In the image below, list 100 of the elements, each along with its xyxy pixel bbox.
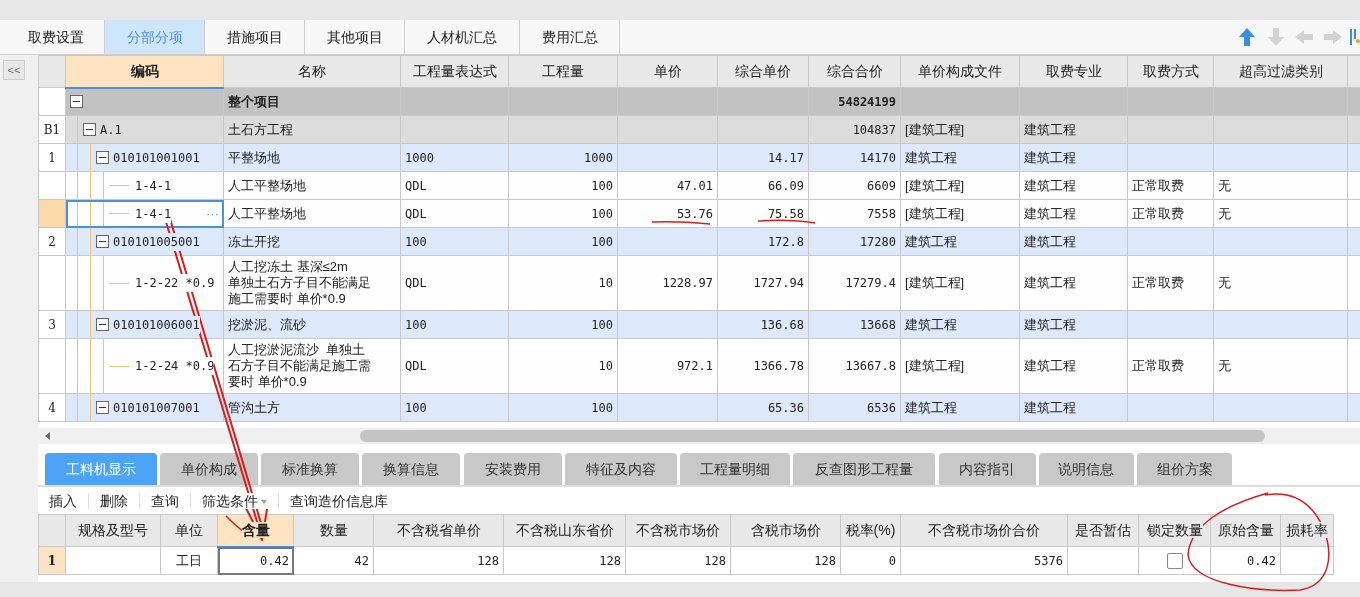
table-cell: QDL — [400, 338, 509, 394]
table-cell: 100 — [508, 310, 618, 339]
column-header[interactable]: 不含税山东省价 — [503, 514, 626, 547]
table-cell: 建筑工程 — [1019, 199, 1128, 228]
column-header[interactable]: 综合单价 — [717, 55, 809, 88]
scroll-left-icon[interactable] — [44, 431, 52, 441]
table-cell: 正常取费 — [1127, 255, 1214, 311]
checkbox[interactable] — [1166, 553, 1183, 570]
tab[interactable]: 工程量明细 — [680, 453, 790, 485]
table-cell: 5376 — [900, 546, 1068, 575]
expand-toggle[interactable] — [96, 151, 109, 164]
table-cell: 建筑工程 — [900, 143, 1020, 172]
expand-toggle[interactable] — [70, 95, 83, 109]
code-text: 1-2-22 *0.9 — [135, 274, 215, 292]
underline-mark — [756, 217, 818, 226]
table-cell: 6536 — [808, 393, 901, 422]
table-cell: 正常取费 — [1127, 171, 1214, 200]
tab[interactable]: 反查图形工程量 — [793, 453, 936, 485]
column-header[interactable]: 不含税省单价 — [373, 514, 504, 547]
column-header[interactable]: 税率(%) — [840, 514, 901, 547]
table-cell: 1727.94 — [717, 255, 809, 311]
table-cell: 128 — [503, 546, 626, 575]
column-header[interactable]: 取费专业 — [1019, 55, 1128, 88]
table-cell: 建筑工程 — [1019, 393, 1128, 422]
code-text: 1-2-24 *0.9 — [135, 357, 215, 375]
column-header[interactable]: 数量 — [293, 514, 374, 547]
column-header[interactable]: 损耗率 — [1280, 514, 1334, 547]
table-cell: 0 — [840, 546, 901, 575]
column-header[interactable]: 含税市场价 — [730, 514, 841, 547]
table-cell: 17279.4 — [808, 255, 901, 311]
scrollbar-thumb[interactable] — [360, 430, 1265, 442]
column-settings-icon[interactable] — [1350, 26, 1360, 48]
tab[interactable]: 组价方案 — [1137, 453, 1232, 485]
tab[interactable]: 说明信息 — [1038, 453, 1134, 485]
table-cell: 100 — [400, 310, 509, 339]
column-header[interactable]: 单价构成文件 — [900, 55, 1020, 88]
column-header[interactable]: 不含税市场价 — [625, 514, 731, 547]
code-text: 010101005001 — [113, 232, 200, 251]
tab[interactable]: 内容指引 — [938, 453, 1036, 485]
table-cell: [建筑工程] — [900, 171, 1020, 200]
column-header[interactable]: 不含税市场价合价 — [900, 514, 1068, 547]
expand-toggle[interactable] — [96, 235, 109, 248]
table-cell: 100 — [400, 393, 509, 422]
column-header[interactable]: 编码 — [65, 55, 224, 88]
table-cell: 建筑工程 — [900, 227, 1020, 256]
column-header[interactable]: 综合合价 — [808, 55, 901, 88]
expand-toggle[interactable] — [96, 318, 109, 331]
table-cell: 65.36 — [717, 393, 809, 422]
table-cell: 正常取费 — [1127, 338, 1214, 394]
table-cell: 管沟土方 — [223, 393, 401, 422]
row-number: 3 — [48, 317, 56, 332]
table-cell: 建筑工程 — [1019, 115, 1128, 144]
table-cell: 建筑工程 — [1019, 310, 1128, 339]
table-cell: 1228.97 — [617, 255, 718, 311]
table-cell: 66.09 — [717, 171, 809, 200]
tab[interactable]: 特征及内容 — [564, 453, 677, 485]
horizontal-scrollbar[interactable] — [38, 428, 1360, 444]
table-cell: 14170 — [808, 143, 901, 172]
collapse-button[interactable]: << — [3, 60, 25, 80]
arrow-up-icon[interactable] — [1236, 26, 1258, 48]
column-header[interactable]: 是否暂估 — [1067, 514, 1139, 547]
row-number: 2 — [48, 234, 56, 249]
row-number: 1 — [47, 553, 57, 568]
table-cell: 1366.78 — [717, 338, 809, 394]
table-cell: 13667.8 — [808, 338, 901, 394]
table-cell: [建筑工程] — [900, 338, 1020, 394]
table-cell: 0.42 — [217, 546, 294, 575]
tab[interactable]: 安装费用 — [463, 453, 562, 485]
column-header[interactable]: 超高过滤类别 — [1213, 55, 1348, 88]
table-cell: 无 — [1213, 338, 1348, 394]
column-header[interactable]: 工程量 — [508, 55, 618, 88]
column-header[interactable]: 原始含量 — [1210, 514, 1281, 547]
column-header[interactable]: 单位 — [160, 514, 218, 547]
table-cell: 1000 — [400, 143, 509, 172]
column-header[interactable]: 工程量表达式 — [400, 55, 509, 88]
table-cell: 人工平整场地 — [223, 199, 401, 228]
expand-toggle[interactable] — [83, 123, 96, 136]
column-header[interactable]: 规格及型号 — [65, 514, 161, 547]
table-cell: QDL — [400, 171, 509, 200]
table-cell: 平整场地 — [223, 143, 401, 172]
table-cell: 10 — [508, 255, 618, 311]
table-cell: 人工平整场地 — [223, 171, 401, 200]
column-header[interactable]: 取费方式 — [1127, 55, 1214, 88]
table-cell: 100 — [508, 393, 618, 422]
tab[interactable]: 标准换算 — [261, 453, 359, 485]
tab[interactable]: 换算信息 — [362, 453, 461, 485]
tab[interactable]: 单价构成 — [159, 453, 258, 485]
table-cell: 13668 — [808, 310, 901, 339]
column-header[interactable]: 名称 — [223, 55, 401, 88]
column-header[interactable]: 锁定数量 — [1138, 514, 1211, 547]
table-cell: 建筑工程 — [1019, 255, 1128, 311]
table-cell: 无 — [1213, 171, 1348, 200]
expand-toggle[interactable] — [96, 401, 109, 414]
column-header[interactable]: 单价 — [617, 55, 718, 88]
column-header[interactable]: 含量 — [217, 514, 294, 547]
table-cell: 972.1 — [617, 338, 718, 394]
table-cell: 无 — [1213, 199, 1348, 228]
table-cell: 100 — [508, 199, 618, 228]
row-number: 4 — [48, 400, 56, 415]
table-cell: 冻土开挖 — [223, 227, 401, 256]
